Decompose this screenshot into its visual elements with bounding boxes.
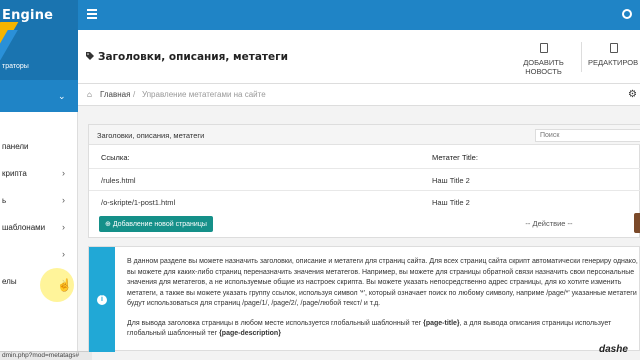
gear-icon[interactable]: ⚙ xyxy=(628,89,637,100)
divider xyxy=(581,42,582,72)
add-page-label: Добавление новой страницы xyxy=(112,221,207,228)
info-paragraph: В данном разделе вы можете назначить заг… xyxy=(127,258,638,307)
action-select[interactable]: -- Действие -- xyxy=(469,217,629,231)
chevron-right-icon: › xyxy=(62,195,65,205)
edit-button[interactable]: РЕДАКТИРОВ xyxy=(588,30,640,84)
panel-header: Заголовки, описания, метатеги xyxy=(89,125,640,145)
metatags-panel: Заголовки, описания, метатеги Ссылка: Ме… xyxy=(88,124,640,238)
watermark: dashe xyxy=(599,344,628,355)
info-text: В данном разделе вы можете назначить заг… xyxy=(127,257,640,349)
add-news-label: ДОБАВИТЬ НОВОСТЬ xyxy=(523,58,564,76)
search-input[interactable] xyxy=(535,129,640,142)
chevron-right-icon: › xyxy=(62,168,65,178)
page-title: Заголовки, описания, метатеги xyxy=(86,51,288,63)
apply-button[interactable] xyxy=(634,213,640,233)
menu-toggle-icon[interactable] xyxy=(87,9,97,19)
breadcrumb: ⌂ Главная / Управление метатегами на сай… xyxy=(78,84,640,106)
sidebar-item-label: панели xyxy=(2,142,29,151)
sidebar-item-templates[interactable]: шаблонами › xyxy=(0,219,78,237)
info-alert: i В данном разделе вы можете назначить з… xyxy=(88,246,640,352)
row-title: Наш Title 2 xyxy=(432,176,470,185)
breadcrumb-separator: / xyxy=(133,90,136,99)
chevron-right-icon: › xyxy=(62,249,65,259)
page-title-text: Заголовки, описания, метатеги xyxy=(98,51,288,63)
add-news-button[interactable]: ДОБАВИТЬ НОВОСТЬ xyxy=(506,30,581,84)
breadcrumb-current: Управление метатегами на сайте xyxy=(142,90,266,99)
sidebar-item-other[interactable]: › xyxy=(0,246,78,264)
sidebar-user-menu[interactable]: ⌄ xyxy=(0,80,78,112)
info-sidebar: i xyxy=(89,247,115,352)
row-link[interactable]: /o-skripte/1-post1.html xyxy=(101,198,175,207)
chevron-right-icon: › xyxy=(62,222,65,232)
table-row[interactable]: /o-skripte/1-post1.html Наш Title 2 xyxy=(89,190,640,212)
sidebar-user-role: траторы xyxy=(2,63,29,70)
row-link[interactable]: /rules.html xyxy=(101,176,136,185)
info-paragraph: Для вывода заголовка страницы в любом ме… xyxy=(127,319,612,338)
edit-label: РЕДАКТИРОВ xyxy=(588,58,639,67)
sidebar-item-label: ь xyxy=(2,196,7,205)
status-bar-url: dmin.php?mod=metatags# xyxy=(0,351,92,360)
brand-title: Engine xyxy=(2,8,54,23)
sidebar: траторы ⌄ панели крипта › ь › шаблонами … xyxy=(0,30,78,360)
column-header-link: Ссылка: xyxy=(101,153,130,162)
chevron-down-icon[interactable]: ⌄ xyxy=(58,91,66,102)
sidebar-item-label: шаблонами xyxy=(2,223,46,232)
column-header-title: Метатег Title: xyxy=(432,153,478,162)
row-title: Наш Title 2 xyxy=(432,198,470,207)
sidebar-item-label: крипта xyxy=(2,169,27,178)
sidebar-item-panel[interactable]: панели xyxy=(0,138,78,156)
hand-cursor-icon: ☝ xyxy=(57,278,72,292)
add-page-button[interactable]: ⊕ Добавление новой страницы xyxy=(99,216,213,232)
globe-icon[interactable] xyxy=(622,9,632,19)
sidebar-item-users[interactable]: ь › xyxy=(0,192,78,210)
home-icon[interactable]: ⌂ xyxy=(87,90,92,99)
plus-icon: ⊕ xyxy=(105,221,113,228)
sidebar-header: траторы xyxy=(0,30,78,80)
brand-logo[interactable]: Engine xyxy=(0,0,78,30)
info-icon: i xyxy=(97,295,107,305)
breadcrumb-home[interactable]: Главная xyxy=(100,90,130,99)
edit-icon xyxy=(610,43,618,53)
sidebar-item-script[interactable]: крипта › xyxy=(0,165,78,183)
sidebar-item-label: елы xyxy=(2,277,17,286)
document-icon xyxy=(539,43,548,53)
table-row[interactable]: /rules.html Наш Title 2 xyxy=(89,168,640,190)
page-header: Заголовки, описания, метатеги ДОБАВИТЬ Н… xyxy=(78,30,640,84)
tag-icon xyxy=(86,52,94,60)
panel-title: Заголовки, описания, метатеги xyxy=(97,131,205,140)
brand-stripe xyxy=(0,22,19,30)
top-navbar: Engine xyxy=(0,0,640,30)
